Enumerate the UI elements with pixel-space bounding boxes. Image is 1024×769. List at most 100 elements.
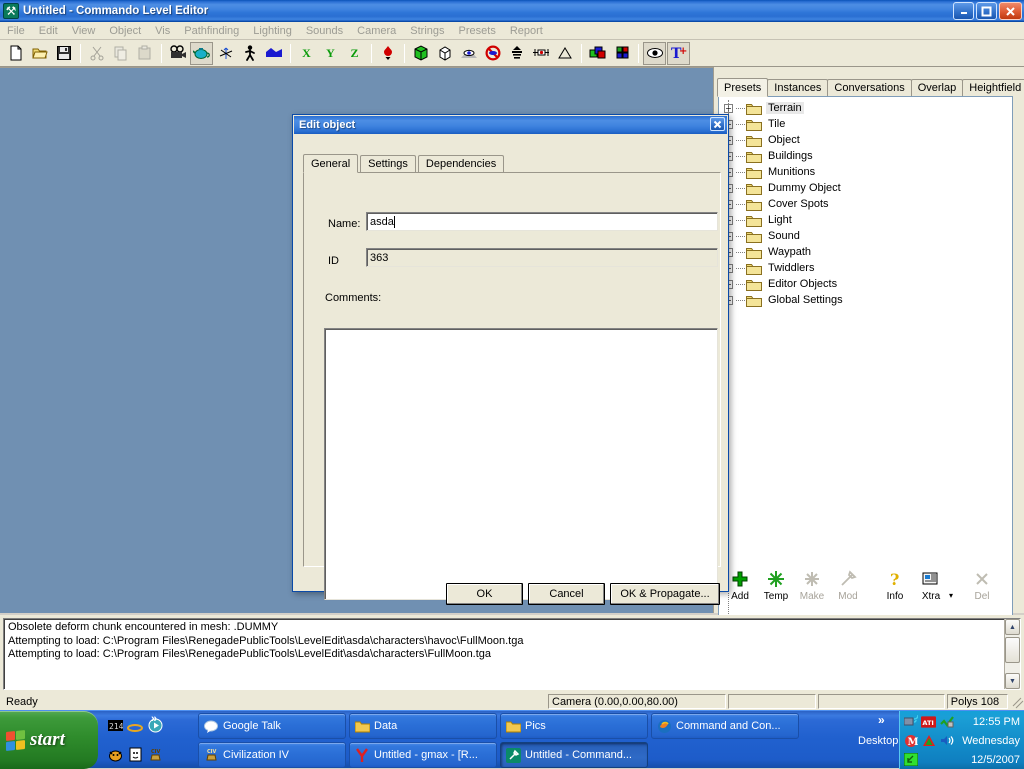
presets-tree[interactable]: +Terrain+Tile+Object+Buildings+Munitions…: [718, 96, 1013, 627]
tab-conversations[interactable]: Conversations: [827, 79, 911, 96]
shadow-icon[interactable]: [553, 42, 576, 65]
tree-node[interactable]: +Global Settings: [719, 292, 1012, 308]
menu-camera[interactable]: Camera: [350, 24, 403, 38]
minimize-button[interactable]: [953, 2, 974, 20]
camera-icon[interactable]: [166, 42, 189, 65]
maximize-button[interactable]: [976, 2, 997, 20]
tree-node[interactable]: +Light: [719, 212, 1012, 228]
axis-z-icon[interactable]: Z: [343, 42, 366, 65]
comments-textarea[interactable]: [324, 328, 718, 600]
quick-launch-chevron[interactable]: »: [151, 713, 157, 725]
preset-tool-info[interactable]: ? Info: [877, 567, 913, 602]
cut-scissors-icon[interactable]: [85, 42, 108, 65]
menu-vis[interactable]: Vis: [148, 24, 177, 38]
walk-mode-icon[interactable]: [238, 42, 261, 65]
menu-pathfinding[interactable]: Pathfinding: [177, 24, 246, 38]
vis-points-icon[interactable]: [457, 42, 480, 65]
tree-node[interactable]: +Waypath: [719, 244, 1012, 260]
axis-y-icon[interactable]: Y: [319, 42, 342, 65]
render-wireframe-icon[interactable]: [433, 42, 456, 65]
paste-icon[interactable]: [133, 42, 156, 65]
green-screen-icon[interactable]: [903, 752, 918, 767]
scrollbar-thumb[interactable]: [1005, 637, 1020, 663]
ok-button[interactable]: OK: [446, 583, 523, 605]
lighting-icon[interactable]: [505, 42, 528, 65]
tree-node[interactable]: +Object: [719, 132, 1012, 148]
tree-node[interactable]: +Twiddlers: [719, 260, 1012, 276]
tab-heightfield[interactable]: Heightfield: [962, 79, 1024, 96]
bf2142-icon[interactable]: 2142: [107, 718, 123, 734]
text-tool-icon[interactable]: T+: [667, 42, 690, 65]
menu-report[interactable]: Report: [503, 24, 550, 38]
preset-tool-mod[interactable]: Mod: [830, 567, 866, 602]
render-solid-icon[interactable]: [409, 42, 432, 65]
visibility-eye-icon[interactable]: [643, 42, 666, 65]
menu-edit[interactable]: Edit: [32, 24, 65, 38]
save-disk-icon[interactable]: [52, 42, 75, 65]
menu-lighting[interactable]: Lighting: [246, 24, 299, 38]
taskbar-item-gmax[interactable]: Untitled - gmax - [R...: [349, 742, 497, 768]
scroll-down-button[interactable]: ▼: [1005, 673, 1020, 689]
xtra-dropdown-arrow[interactable]: ▾: [949, 591, 953, 600]
tiger-app-icon[interactable]: [107, 747, 123, 763]
desktop-label[interactable]: Desktop: [858, 735, 898, 747]
tab-instances[interactable]: Instances: [767, 79, 828, 96]
gmail-icon[interactable]: M: [903, 733, 918, 748]
start-button[interactable]: start: [0, 711, 98, 769]
speaker-icon[interactable]: [939, 733, 954, 748]
tree-node[interactable]: +Editor Objects: [719, 276, 1012, 292]
preset-tool-del[interactable]: Del: [964, 567, 1000, 602]
tree-node[interactable]: +Munitions: [719, 164, 1012, 180]
volume-green-icon[interactable]: [939, 714, 954, 729]
copy-icon[interactable]: [109, 42, 132, 65]
preset-tool-xtra[interactable]: Xtra: [913, 567, 949, 602]
tree-node[interactable]: +Cover Spots: [719, 196, 1012, 212]
notepad-icon[interactable]: [127, 747, 143, 763]
ati-icon[interactable]: ATI: [921, 714, 936, 729]
menu-sounds[interactable]: Sounds: [299, 24, 350, 38]
taskbar-item-google-talk[interactable]: Google Talk: [198, 713, 346, 739]
preset-tool-temp[interactable]: Temp: [758, 567, 794, 602]
taskbar-item-civilization-iv[interactable]: CIV Civilization IV: [198, 742, 346, 768]
tree-node[interactable]: +Sound: [719, 228, 1012, 244]
tab-presets[interactable]: Presets: [717, 78, 768, 97]
new-file-icon[interactable]: [4, 42, 27, 65]
menu-file[interactable]: File: [0, 24, 32, 38]
dialog-tab-settings[interactable]: Settings: [360, 155, 416, 172]
resize-grip[interactable]: [1010, 695, 1024, 709]
tree-node[interactable]: +Dummy Object: [719, 180, 1012, 196]
object-axis-icon[interactable]: [214, 42, 237, 65]
taskbar-item-data[interactable]: Data: [349, 713, 497, 739]
tab-overlap[interactable]: Overlap: [911, 79, 964, 96]
civ-icon[interactable]: CIV: [147, 747, 163, 763]
terrain-icon[interactable]: [262, 42, 285, 65]
dialog-tab-general[interactable]: General: [303, 154, 358, 173]
tree-node[interactable]: +Terrain: [719, 100, 1012, 116]
preset-tool-make[interactable]: Make: [794, 567, 830, 602]
preset-cubes-icon[interactable]: [586, 42, 609, 65]
menu-presets[interactable]: Presets: [452, 24, 503, 38]
vis-sectors-icon[interactable]: [529, 42, 552, 65]
axis-x-icon[interactable]: X: [295, 42, 318, 65]
network-icon[interactable]: [903, 714, 918, 729]
desktop-chevron[interactable]: »: [878, 713, 885, 727]
window-titlebar[interactable]: Untitled - Commando Level Editor: [0, 0, 1024, 22]
drop-to-ground-icon[interactable]: [376, 42, 399, 65]
taskbar-item-commando-level-editor[interactable]: Untitled - Command...: [500, 742, 648, 768]
tree-node[interactable]: +Buildings: [719, 148, 1012, 164]
dialog-close-button[interactable]: [710, 117, 725, 131]
menu-object[interactable]: Object: [102, 24, 148, 38]
open-folder-icon[interactable]: [28, 42, 51, 65]
menu-strings[interactable]: Strings: [403, 24, 451, 38]
log-scrollbar[interactable]: ▲ ▼: [1004, 619, 1020, 689]
log-output[interactable]: Obsolete deform chunk encountered in mes…: [3, 618, 1021, 690]
taskbar-item-pics[interactable]: Pics: [500, 713, 648, 739]
cancel-button[interactable]: Cancel: [528, 583, 605, 605]
scroll-up-button[interactable]: ▲: [1005, 619, 1020, 635]
dialog-titlebar[interactable]: Edit object: [294, 116, 727, 134]
ok-propagate-button[interactable]: OK & Propagate...: [610, 583, 720, 605]
teapot-icon[interactable]: [190, 42, 213, 65]
avg-icon[interactable]: [921, 733, 936, 748]
name-input[interactable]: asda: [366, 212, 718, 231]
close-button[interactable]: [999, 2, 1022, 20]
